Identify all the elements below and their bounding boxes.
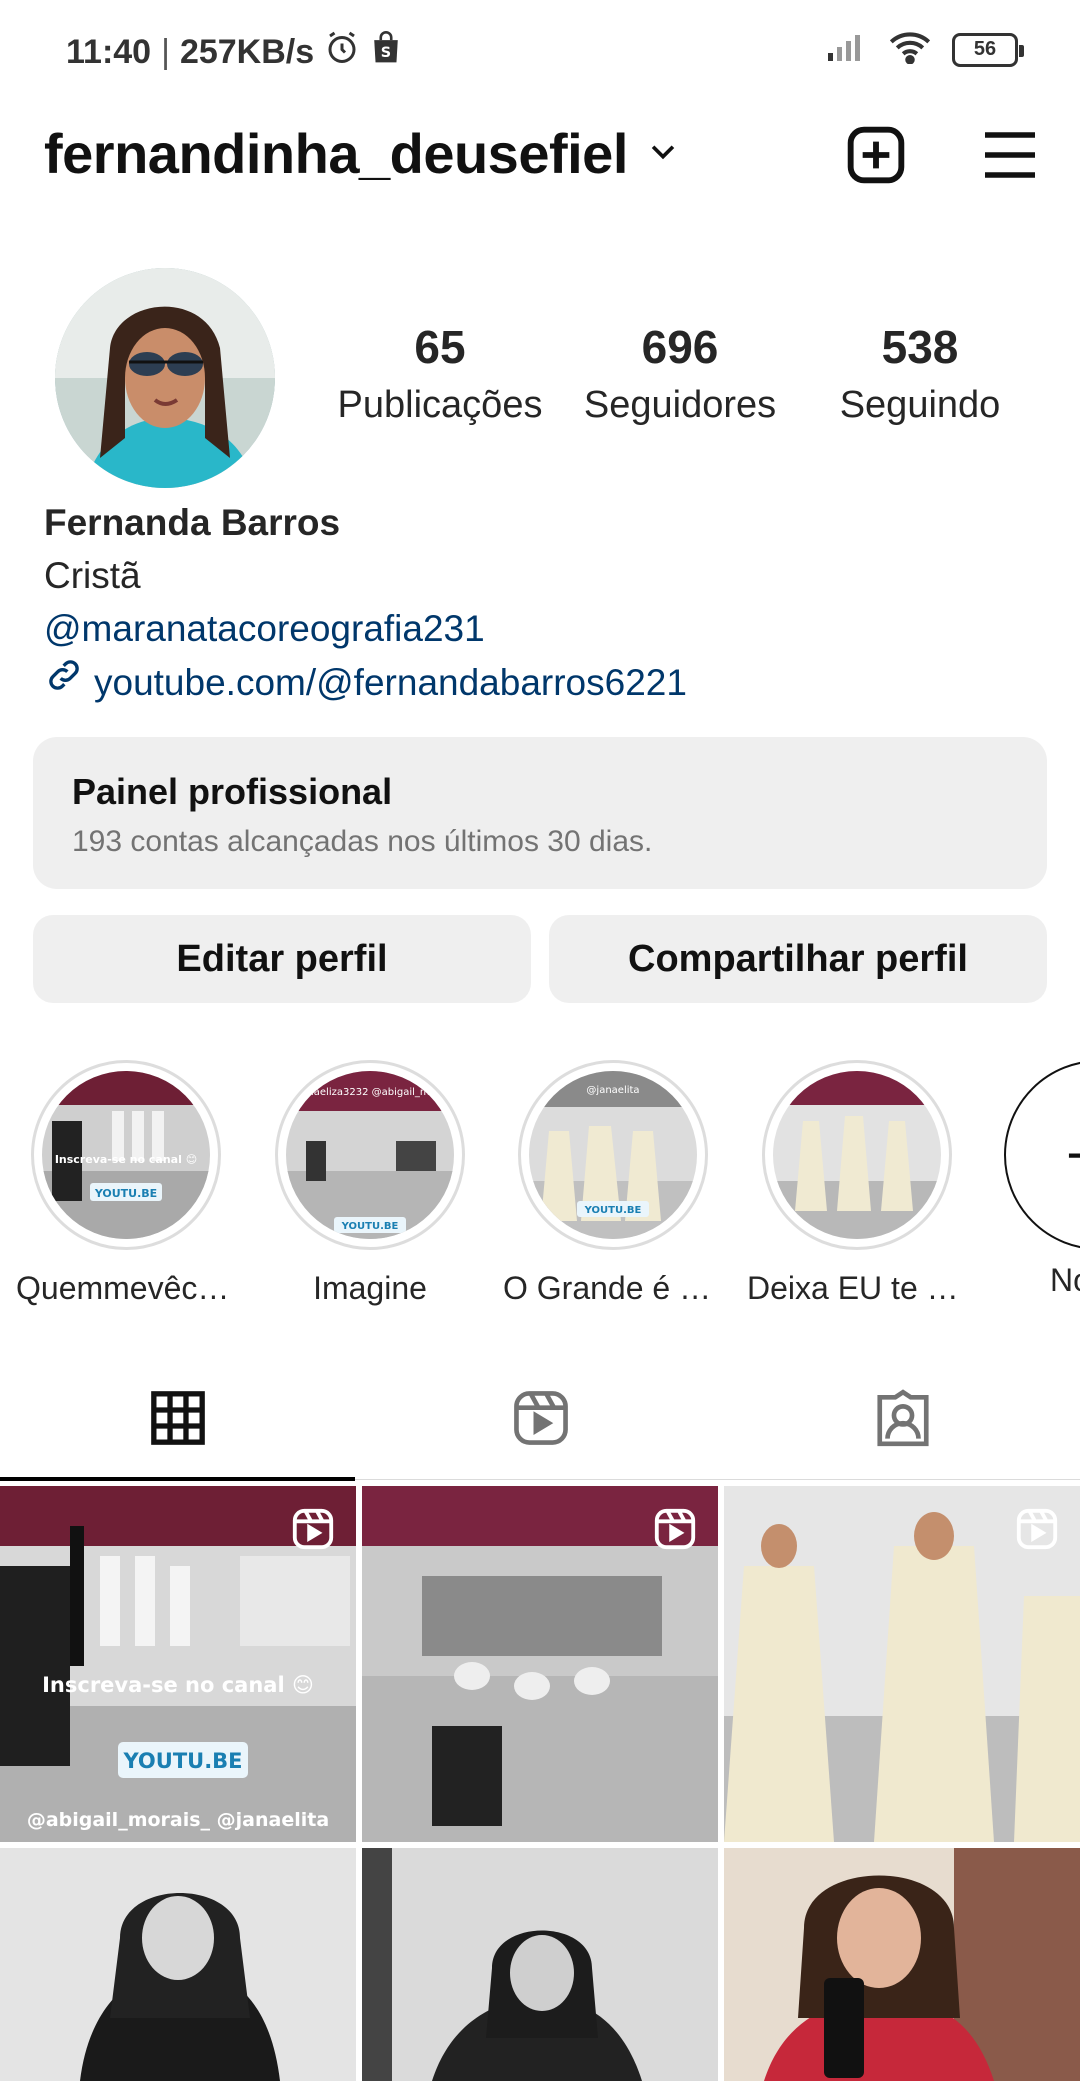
shop-icon: S (370, 31, 402, 74)
stat-posts-label: Publicações (337, 384, 543, 426)
highlight-item[interactable]: Inscreva-se no canal 😊 YOUTU.BE Quemmevê… (16, 1060, 236, 1307)
avatar[interactable] (55, 268, 275, 488)
highlight-cover: Inscreva-se no canal 😊 YOUTU.BE (42, 1071, 210, 1239)
grid-post[interactable] (362, 1486, 718, 1842)
tab-tagged[interactable] (725, 1360, 1080, 1480)
new-post-icon[interactable] (844, 123, 908, 192)
reel-badge-icon (1014, 1506, 1060, 1552)
chevron-down-icon[interactable] (646, 134, 680, 173)
professional-dashboard-title: Painel profissional (72, 771, 393, 812)
stat-following-value: 538 (881, 321, 959, 373)
menu-icon[interactable] (980, 127, 1040, 188)
username[interactable]: fernandinha_deusefiel (44, 121, 628, 186)
plus-icon: + (1066, 1121, 1080, 1190)
highlight-overlay-text: @mariaeliza3232 @abigail_morais_ (286, 1087, 454, 1098)
status-left: 11:40 | 257KB/s S (66, 30, 402, 75)
stat-following-label: Seguindo (839, 384, 1001, 426)
highlight-cover: @mariaeliza3232 @abigail_morais_ YOUTU.B… (286, 1071, 454, 1239)
profile-name: Fernanda Barros (44, 502, 341, 543)
highlight-badge-text: YOUTU.BE (584, 1205, 642, 1216)
professional-dashboard-subtitle: 193 contas alcançadas nos últimos 30 dia… (72, 825, 653, 858)
stat-followers[interactable]: 696 Seguidores (560, 320, 800, 427)
profile-stats: 65 Publicações 696 Seguidores 538 Seguin… (320, 320, 1040, 427)
status-speed: 257KB/s (179, 33, 315, 71)
grid-post-handle-text: @abigail_morais_ @janaelita (27, 1809, 329, 1831)
status-right: 56 (826, 30, 1024, 69)
highlight-ring: @janaelita YOUTU.BE (518, 1060, 708, 1250)
stat-posts[interactable]: 65 Publicações (320, 320, 560, 427)
highlight-item[interactable]: @mariaeliza3232 @abigail_morais_ YOUTU.B… (260, 1060, 480, 1307)
status-time: 11:40 (66, 33, 152, 71)
highlight-label: Quemmevêca... (16, 1270, 236, 1306)
profile-bio: Fernanda Barros Cristã @maranatacoreogra… (44, 496, 687, 709)
highlight-label: Deixa EU te u... (747, 1270, 967, 1306)
mention-link[interactable]: @maranatacoreografia231 (44, 602, 687, 655)
grid-post[interactable] (724, 1848, 1080, 2081)
highlight-ring (762, 1060, 952, 1250)
grid-post-badge-text: YOUTU.BE (122, 1749, 242, 1773)
edit-profile-button[interactable]: Editar perfil (33, 915, 531, 1003)
grid-icon (149, 1389, 207, 1452)
profile-tabs (0, 1360, 1080, 1481)
status-separator: | (161, 33, 170, 71)
highlight-cover (773, 1071, 941, 1239)
reel-badge-icon (290, 1506, 336, 1552)
reel-badge-icon (652, 1506, 698, 1552)
wifi-icon (888, 30, 932, 69)
reels-icon (510, 1387, 572, 1454)
signal-icon (826, 31, 868, 68)
website-link[interactable]: youtube.com/@fernandabarros6221 (44, 655, 687, 709)
grid-post[interactable] (362, 1848, 718, 2081)
stat-followers-value: 696 (641, 321, 719, 373)
website-link-text[interactable]: youtube.com/@fernandabarros6221 (94, 656, 687, 709)
highlight-ring: Inscreva-se no canal 😊 YOUTU.BE (31, 1060, 221, 1250)
new-highlight[interactable]: + No (990, 1060, 1080, 1299)
battery-icon: 56 (952, 32, 1024, 67)
stat-posts-value: 65 (414, 321, 466, 373)
account-switcher[interactable]: fernandinha_deusefiel (44, 121, 680, 186)
tab-reels[interactable] (363, 1360, 718, 1480)
link-icon (44, 655, 84, 709)
alarm-icon (324, 30, 360, 75)
bio-text: Cristã (44, 555, 141, 596)
highlight-overlay-text: Inscreva-se no canal 😊 (55, 1153, 197, 1166)
highlight-label: Imagine (313, 1270, 427, 1306)
highlight-cover: @janaelita YOUTU.BE (529, 1071, 697, 1239)
highlight-label: O Grande é Ele (503, 1270, 723, 1306)
new-highlight-ring: + (1004, 1060, 1080, 1250)
stat-following[interactable]: 538 Seguindo (800, 320, 1040, 427)
highlight-badge-text: YOUTU.BE (94, 1187, 157, 1200)
grid-post[interactable] (0, 1848, 356, 2081)
highlight-item[interactable]: Deixa EU te u... (747, 1060, 967, 1307)
profile-header: fernandinha_deusefiel (0, 115, 1080, 205)
grid-post-overlay-text: Inscreva-se no canal 😊 (42, 1673, 314, 1697)
grid-post[interactable] (724, 1486, 1080, 1842)
grid-post[interactable]: Inscreva-se no canal 😊 YOUTU.BE @abigail… (0, 1486, 356, 1842)
highlight-item[interactable]: @janaelita YOUTU.BE O Grande é Ele (503, 1060, 723, 1307)
stat-followers-label: Seguidores (583, 384, 777, 426)
svg-text:S: S (381, 45, 391, 61)
highlight-ring: @mariaeliza3232 @abigail_morais_ YOUTU.B… (275, 1060, 465, 1250)
highlight-overlay-text: @janaelita (586, 1085, 639, 1096)
highlight-badge-text: YOUTU.BE (341, 1221, 399, 1232)
tab-posts-grid[interactable] (0, 1360, 355, 1481)
share-profile-button[interactable]: Compartilhar perfil (549, 915, 1047, 1003)
active-tab-indicator (0, 1477, 355, 1481)
professional-dashboard[interactable]: Painel profissional 193 contas alcançada… (33, 737, 1047, 889)
header-actions (844, 123, 1040, 192)
status-bar: 11:40 | 257KB/s S 56 (0, 0, 1080, 100)
tagged-icon (872, 1387, 934, 1454)
highlight-label: No (1050, 1262, 1080, 1298)
